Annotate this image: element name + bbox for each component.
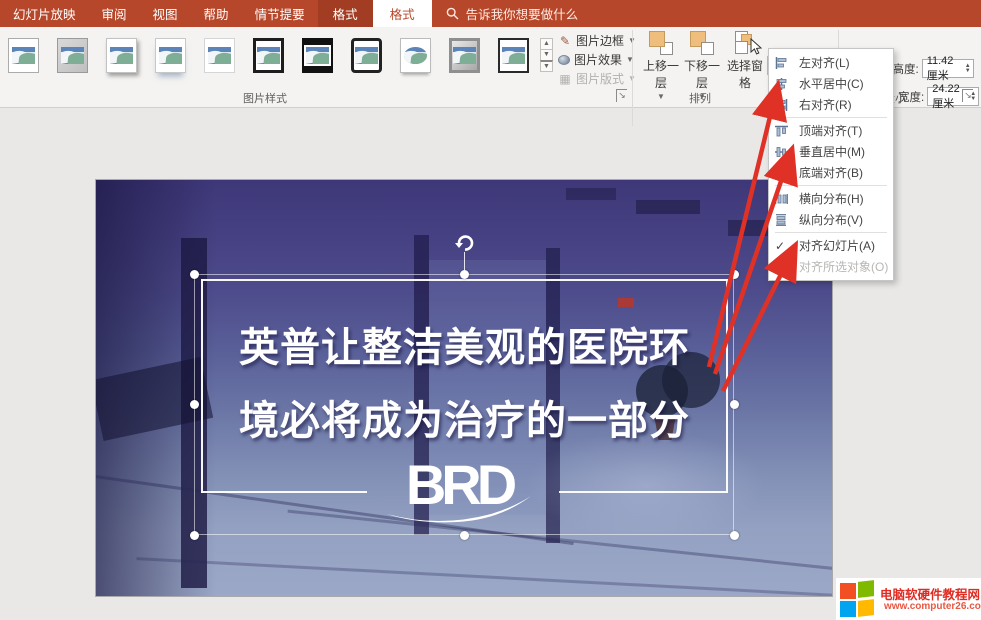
gallery-scrollbar: ▲ ▼ ▼ bbox=[540, 38, 553, 71]
send-backward-label: 下移一层 bbox=[684, 59, 720, 90]
send-backward-icon bbox=[689, 31, 715, 55]
picture-style-thumb[interactable] bbox=[449, 38, 480, 73]
menu-item-align-center[interactable]: 水平居中(C) bbox=[769, 73, 893, 94]
align-dropdown-menu: 左对齐(L) 水平居中(C) 右对齐(R) 顶端对齐(T) 垂直居中(M) 底端… bbox=[768, 48, 894, 281]
size-dialog-launcher-icon[interactable]: ↘ bbox=[961, 89, 974, 102]
menu-item-label: 左对齐(L) bbox=[799, 54, 850, 71]
menu-item-align-left[interactable]: 左对齐(L) bbox=[769, 52, 893, 73]
height-value: 11.42 厘米 bbox=[927, 55, 965, 83]
windows-flag-icon bbox=[840, 581, 876, 617]
distribute-vertical-icon bbox=[775, 214, 788, 226]
menu-item-label: 垂直居中(M) bbox=[799, 143, 865, 160]
tab-view[interactable]: 视图 bbox=[140, 0, 191, 27]
tell-me-box[interactable]: 告诉我你想要做什么 bbox=[432, 0, 579, 27]
picture-effects-label: 图片效果 bbox=[574, 51, 622, 68]
search-icon bbox=[446, 7, 459, 20]
picture-border-button[interactable]: ✎ 图片边框 ▼ bbox=[558, 32, 636, 49]
effects-sphere-icon bbox=[558, 55, 570, 65]
selection-handle-top-right[interactable] bbox=[730, 270, 739, 279]
picture-styles-group-label: 图片样式 bbox=[215, 90, 315, 106]
slide-canvas[interactable]: 英普让整洁美观的医院环 境必将成为治疗的一部分 BRD bbox=[95, 179, 833, 597]
picture-style-thumb[interactable] bbox=[204, 38, 235, 73]
ribbon-tab-bar: 幻灯片放映 审阅 视图 帮助 情节提要 格式 格式 告诉我你想要做什么 bbox=[0, 0, 981, 27]
menu-item-label: 纵向分布(V) bbox=[799, 211, 863, 228]
align-right-icon bbox=[775, 99, 788, 111]
selection-handle-bottom-left[interactable] bbox=[190, 531, 199, 540]
menu-item-align-right[interactable]: 右对齐(R) bbox=[769, 94, 893, 115]
tab-storyboard[interactable]: 情节提要 bbox=[242, 0, 318, 27]
layout-grid-icon: ▦ bbox=[558, 72, 572, 86]
powerpoint-window: 幻灯片放映 审阅 视图 帮助 情节提要 格式 格式 告诉我你想要做什么 ▲ ▼ … bbox=[0, 0, 981, 620]
selection-pane-label: 选择窗格 bbox=[727, 59, 763, 90]
picture-style-thumb[interactable] bbox=[155, 38, 186, 73]
bring-forward-icon bbox=[648, 31, 674, 55]
selection-handle-middle-right[interactable] bbox=[730, 400, 739, 409]
tab-slideshow[interactable]: 幻灯片放映 bbox=[0, 0, 89, 27]
mouse-cursor bbox=[749, 38, 763, 56]
tab-format-drawing[interactable]: 格式 bbox=[318, 0, 373, 27]
picture-styles-dialog-launcher-icon[interactable]: ↘ bbox=[615, 89, 628, 102]
picture-style-thumb[interactable] bbox=[106, 38, 137, 73]
menu-item-label: 对齐所选对象(O) bbox=[799, 258, 888, 275]
gallery-more-icon[interactable]: ▼ bbox=[540, 60, 553, 72]
menu-item-label: 对齐幻灯片(A) bbox=[799, 237, 875, 254]
picture-style-thumb[interactable] bbox=[400, 38, 431, 73]
picture-style-thumb[interactable] bbox=[302, 38, 333, 73]
selection-handle-bottom-center[interactable] bbox=[460, 531, 469, 540]
tab-format-picture-active[interactable]: 格式 bbox=[373, 0, 432, 27]
picture-style-thumb[interactable] bbox=[8, 38, 39, 73]
floor-seam bbox=[136, 557, 833, 597]
menu-item-label: 顶端对齐(T) bbox=[799, 122, 862, 139]
ceiling-light-panel bbox=[566, 188, 616, 200]
selection-handle-bottom-right[interactable] bbox=[730, 531, 739, 540]
menu-item-align-bottom[interactable]: 底端对齐(B) bbox=[769, 162, 893, 183]
menu-item-align-selected-objects: 对齐所选对象(O) bbox=[769, 256, 893, 277]
menu-item-label: 底端对齐(B) bbox=[799, 164, 863, 181]
site-watermark: 电脑软硬件教程网 www.computer26.com bbox=[836, 578, 981, 620]
picture-layout-button: ▦ 图片版式 ▼ bbox=[558, 70, 636, 87]
tab-review[interactable]: 审阅 bbox=[89, 0, 140, 27]
height-label: 高度: bbox=[893, 61, 919, 77]
picture-border-label: 图片边框 bbox=[576, 32, 624, 49]
picture-style-thumb[interactable] bbox=[253, 38, 284, 73]
distribute-horizontal-icon bbox=[775, 193, 788, 205]
menu-item-label: 右对齐(R) bbox=[799, 96, 852, 113]
height-field-row: ↕ 高度: 11.42 厘米 ▲▼ bbox=[884, 59, 974, 78]
rotate-handle-stem bbox=[464, 252, 465, 274]
align-bottom-icon bbox=[775, 167, 788, 179]
menu-item-align-middle[interactable]: 垂直居中(M) bbox=[769, 141, 893, 162]
tab-help[interactable]: 帮助 bbox=[191, 0, 242, 27]
align-left-icon bbox=[775, 57, 788, 69]
checkmark-icon: ✓ bbox=[775, 239, 795, 253]
arrange-group-label: 排列 bbox=[660, 90, 740, 106]
align-center-icon bbox=[775, 78, 788, 90]
selection-handle-middle-left[interactable] bbox=[190, 400, 199, 409]
tell-me-label: 告诉我你想要做什么 bbox=[466, 4, 579, 23]
align-middle-icon bbox=[775, 146, 788, 158]
picture-layout-label: 图片版式 bbox=[576, 70, 624, 87]
menu-item-label: 横向分布(H) bbox=[799, 190, 864, 207]
picture-style-thumb[interactable] bbox=[498, 38, 529, 73]
menu-item-distribute-vertical[interactable]: 纵向分布(V) bbox=[769, 209, 893, 230]
menu-item-distribute-horizontal[interactable]: 横向分布(H) bbox=[769, 188, 893, 209]
menu-item-label: 水平居中(C) bbox=[799, 75, 864, 92]
rotate-handle-icon[interactable] bbox=[454, 232, 476, 254]
ceiling-light-panel bbox=[636, 200, 700, 214]
picture-effects-button[interactable]: 图片效果 ▼ bbox=[558, 51, 634, 68]
menu-item-align-to-slide[interactable]: ✓ 对齐幻灯片(A) bbox=[769, 235, 893, 256]
watermark-site-url: www.computer26.com bbox=[884, 601, 981, 612]
menu-item-align-top[interactable]: 顶端对齐(T) bbox=[769, 120, 893, 141]
height-input[interactable]: 11.42 厘米 ▲▼ bbox=[922, 59, 974, 78]
selection-handle-top-left[interactable] bbox=[190, 270, 199, 279]
align-top-icon bbox=[775, 125, 788, 137]
pen-icon: ✎ bbox=[558, 34, 572, 48]
picture-style-thumb[interactable] bbox=[57, 38, 88, 73]
picture-style-thumb[interactable] bbox=[351, 38, 382, 73]
bring-forward-label: 上移一层 bbox=[643, 59, 679, 90]
spinner-icon[interactable]: ▲▼ bbox=[965, 64, 971, 74]
selection-outline bbox=[194, 274, 734, 535]
